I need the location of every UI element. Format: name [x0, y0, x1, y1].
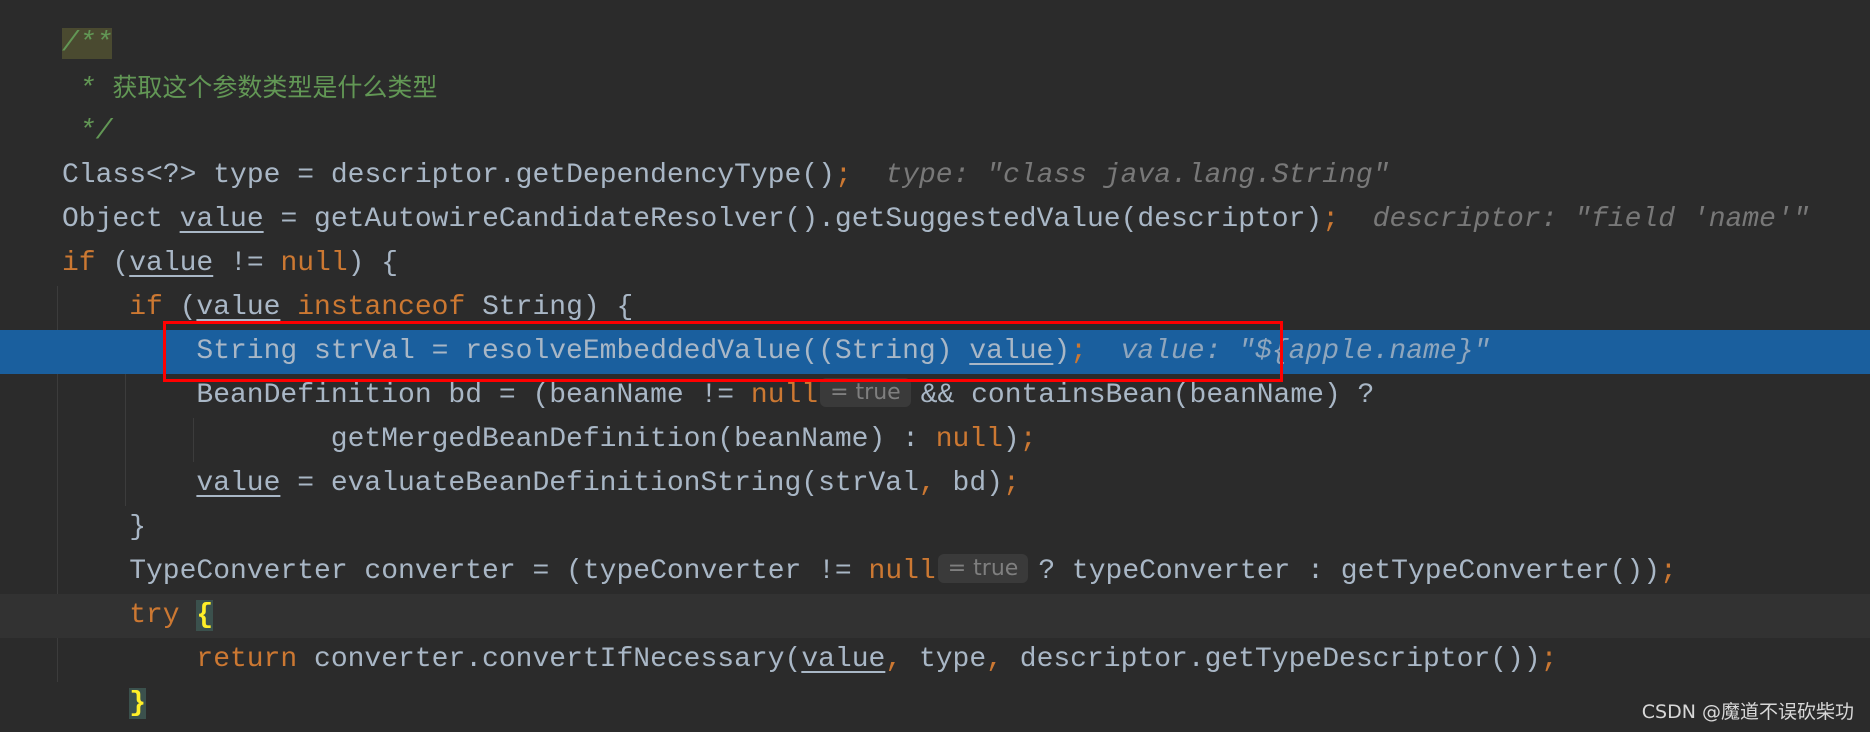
- code-line[interactable]: */: [0, 110, 1870, 154]
- code-text: * 获取这个参数类型是什么类型: [62, 66, 438, 110]
- keyword-token: null: [868, 556, 936, 587]
- code-token: value: [801, 644, 886, 675]
- code-token: !=: [213, 248, 281, 279]
- code-line[interactable]: return converter.convertIfNecessary(valu…: [0, 638, 1870, 682]
- keyword-token: ;: [1660, 556, 1677, 587]
- code-token: type: [902, 644, 987, 675]
- debug-value-hint: type: "class java.lang.String": [851, 160, 1390, 191]
- code-token: (: [95, 248, 130, 279]
- code-text: return converter.convertIfNecessary(valu…: [196, 638, 1557, 682]
- code-token: Class<?> type = descriptor.getDependency…: [62, 160, 835, 191]
- code-line[interactable]: Object value = getAutowireCandidateResol…: [0, 198, 1870, 242]
- code-token: bd): [935, 468, 1003, 499]
- code-text: }: [129, 682, 146, 726]
- code-token: ? typeConverter : getTypeConverter()): [1038, 556, 1661, 587]
- code-text: Class<?> type = descriptor.getDependency…: [62, 154, 1389, 198]
- code-token: = getAutowireCandidateResolver().getSugg…: [263, 204, 1323, 235]
- comment-text: *: [62, 74, 113, 105]
- code-token: value: [196, 292, 281, 323]
- code-token: }: [129, 512, 146, 543]
- keyword-token: null: [750, 380, 819, 411]
- code-text: TypeConverter converter = (typeConverter…: [129, 550, 1677, 594]
- code-line[interactable]: * 获取这个参数类型是什么类型: [0, 66, 1870, 110]
- code-text: getMergedBeanDefinition(beanName) : null…: [331, 418, 1037, 462]
- code-token: descriptor.getTypeDescriptor()): [1002, 644, 1541, 675]
- code-token: ) {: [347, 248, 399, 279]
- code-text: value = evaluateBeanDefinitionString(str…: [196, 462, 1019, 506]
- code-token: BeanDefinition bd = (beanName !=: [196, 380, 751, 411]
- watermark: CSDN @魔道不误砍柴功: [1641, 701, 1854, 723]
- code-token: value: [196, 468, 281, 499]
- code-line[interactable]: }: [0, 682, 1870, 726]
- keyword-token: ;: [1322, 204, 1340, 235]
- keyword-token: null: [280, 248, 348, 279]
- inline-value-inlay: = true: [820, 378, 911, 408]
- comment-text: 获取这个参数类型是什么类型: [112, 73, 438, 102]
- code-line[interactable]: }: [0, 506, 1870, 550]
- matched-brace: }: [129, 688, 146, 719]
- code-text: */: [62, 110, 113, 154]
- keyword-token: ,: [986, 644, 1003, 675]
- comment-text: /**: [62, 28, 113, 59]
- code-line[interactable]: Class<?> type = descriptor.getDependency…: [0, 154, 1870, 198]
- code-line[interactable]: TypeConverter converter = (typeConverter…: [0, 550, 1870, 594]
- code-text: if (value != null) {: [62, 242, 398, 286]
- code-token: TypeConverter converter = (typeConverter…: [129, 556, 869, 587]
- code-text: Object value = getAutowireCandidateResol…: [62, 198, 1810, 242]
- keyword-token: ;: [1002, 468, 1020, 499]
- code-text: /**: [62, 22, 113, 66]
- keyword-token: ;: [1019, 424, 1037, 455]
- code-text: try {: [129, 594, 214, 638]
- code-editor[interactable]: /** * 获取这个参数类型是什么类型 */ Class<?> type = de…: [0, 0, 1870, 732]
- matched-brace: {: [196, 600, 214, 631]
- code-token: (: [162, 292, 197, 323]
- keyword-token: if: [62, 248, 96, 279]
- code-text: }: [129, 506, 146, 550]
- keyword-token: if: [129, 292, 163, 323]
- code-token: Object: [62, 204, 180, 235]
- code-token: ): [1002, 424, 1020, 455]
- debug-value-hint: descriptor: "field 'name'": [1339, 204, 1810, 235]
- keyword-token: instanceof: [297, 292, 466, 323]
- keyword-token: ,: [885, 644, 903, 675]
- code-line[interactable]: if (value != null) {: [0, 242, 1870, 286]
- keyword-token: ;: [1540, 644, 1558, 675]
- code-token: String) {: [465, 292, 634, 323]
- code-token: && containsBean(beanName) ?: [920, 380, 1375, 411]
- keyword-token: ,: [918, 468, 936, 499]
- keyword-token: ;: [834, 160, 852, 191]
- inline-value-inlay: = true: [937, 554, 1029, 584]
- keyword-token: return: [196, 644, 298, 675]
- code-token: converter.convertIfNecessary(: [297, 644, 802, 675]
- code-line[interactable]: try {: [0, 594, 1870, 638]
- code-token: getMergedBeanDefinition(beanName) :: [330, 424, 936, 455]
- keyword-token: try: [129, 600, 180, 631]
- code-line[interactable]: getMergedBeanDefinition(beanName) : null…: [0, 418, 1870, 462]
- annotation-highlight-box: [163, 321, 1283, 382]
- code-token: value: [179, 204, 264, 235]
- code-token: value: [129, 248, 214, 279]
- code-token: = evaluateBeanDefinitionString(strVal: [280, 468, 919, 499]
- keyword-token: null: [935, 424, 1003, 455]
- code-line[interactable]: /**: [0, 22, 1870, 66]
- comment-text: */: [62, 116, 113, 147]
- code-line[interactable]: value = evaluateBeanDefinitionString(str…: [0, 462, 1870, 506]
